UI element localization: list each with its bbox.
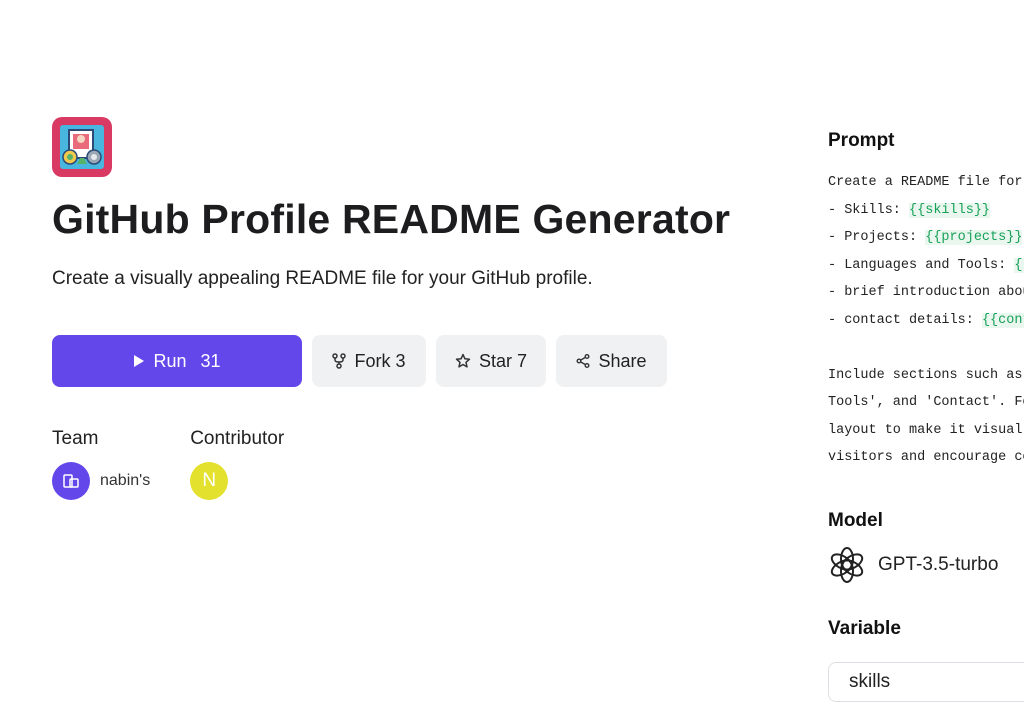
people-section: Team nabin's Contributor N: [52, 428, 324, 500]
share-label: Share: [598, 350, 647, 371]
run-count: 31: [200, 350, 221, 371]
star-label: Star 7: [478, 350, 528, 371]
contributor-group: Contributor N: [190, 428, 284, 500]
team-avatar: [52, 462, 90, 500]
prompt-text: Create a README file for - Skills: {{ski…: [828, 174, 1024, 477]
model-name: GPT-3.5-turbo: [878, 554, 999, 575]
team-building-icon: [63, 474, 79, 488]
run-button[interactable]: Run 31: [52, 335, 302, 387]
team-member[interactable]: nabin's: [52, 462, 150, 500]
contributor-label: Contributor: [190, 428, 285, 449]
action-bar: Run 31 Fork 3 Star 7 Share: [52, 335, 667, 387]
variable-skills-field[interactable]: skills: [828, 662, 1024, 702]
prompt-line: - Skills: {{skills}}: [828, 202, 991, 218]
prompt-line: Create a README file for: [828, 175, 1024, 190]
page-title: GitHub Profile README Generator: [52, 196, 731, 242]
prompt-variable: {{: [1014, 257, 1024, 273]
prompt-line: layout to make it visuall: [828, 422, 1024, 438]
app-description: Create a visually appealing README file …: [52, 268, 593, 289]
team-label: Team: [52, 428, 99, 449]
prompt-line: - Projects: {{projects}}: [828, 230, 1023, 245]
team-member-name: nabin's: [100, 472, 151, 489]
prompt-line: - contact details: {{cont: [828, 312, 1024, 340]
model-heading: Model: [828, 510, 883, 531]
prompt-line: - Languages and Tools: {{: [828, 257, 1024, 285]
openai-icon: [830, 547, 864, 583]
fork-label: Fork 3: [354, 350, 406, 371]
profile-picture-icon: [60, 125, 104, 169]
team-group: Team nabin's: [52, 428, 150, 500]
star-button[interactable]: Star 7: [436, 335, 546, 387]
prompt-variable: {{skills}}: [909, 202, 991, 218]
details-panel: Prompt Create a README file for - Skills…: [828, 0, 1024, 706]
model-row: GPT-3.5-turbo: [828, 546, 998, 584]
variable-skills-label: skills: [849, 671, 891, 692]
fork-button[interactable]: Fork 3: [312, 335, 426, 387]
variable-heading: Variable: [828, 618, 901, 639]
prompt-variable: {{projects}}: [925, 230, 1023, 245]
prompt-line: - brief introduction abou: [828, 285, 1024, 300]
share-button[interactable]: Share: [556, 335, 667, 387]
prompt-line: Tools', and 'Contact'. Fe: [828, 395, 1024, 410]
prompt-line: [828, 339, 1024, 367]
prompt-heading: Prompt: [828, 130, 895, 151]
app-icon: [52, 117, 112, 177]
contributor-member[interactable]: N: [190, 462, 284, 500]
app-detail-page: GitHub Profile README Generator Create a…: [0, 0, 1024, 706]
play-icon: [134, 355, 145, 367]
star-icon: [455, 353, 471, 368]
run-label: Run: [153, 350, 187, 371]
prompt-line: visitors and encourage co: [828, 450, 1024, 465]
contributor-avatar: N: [190, 462, 229, 500]
prompt-line: Include sections such as: [828, 367, 1024, 383]
prompt-variable: {{cont: [981, 312, 1024, 328]
share-icon: [576, 354, 590, 368]
fork-icon: [332, 353, 347, 369]
